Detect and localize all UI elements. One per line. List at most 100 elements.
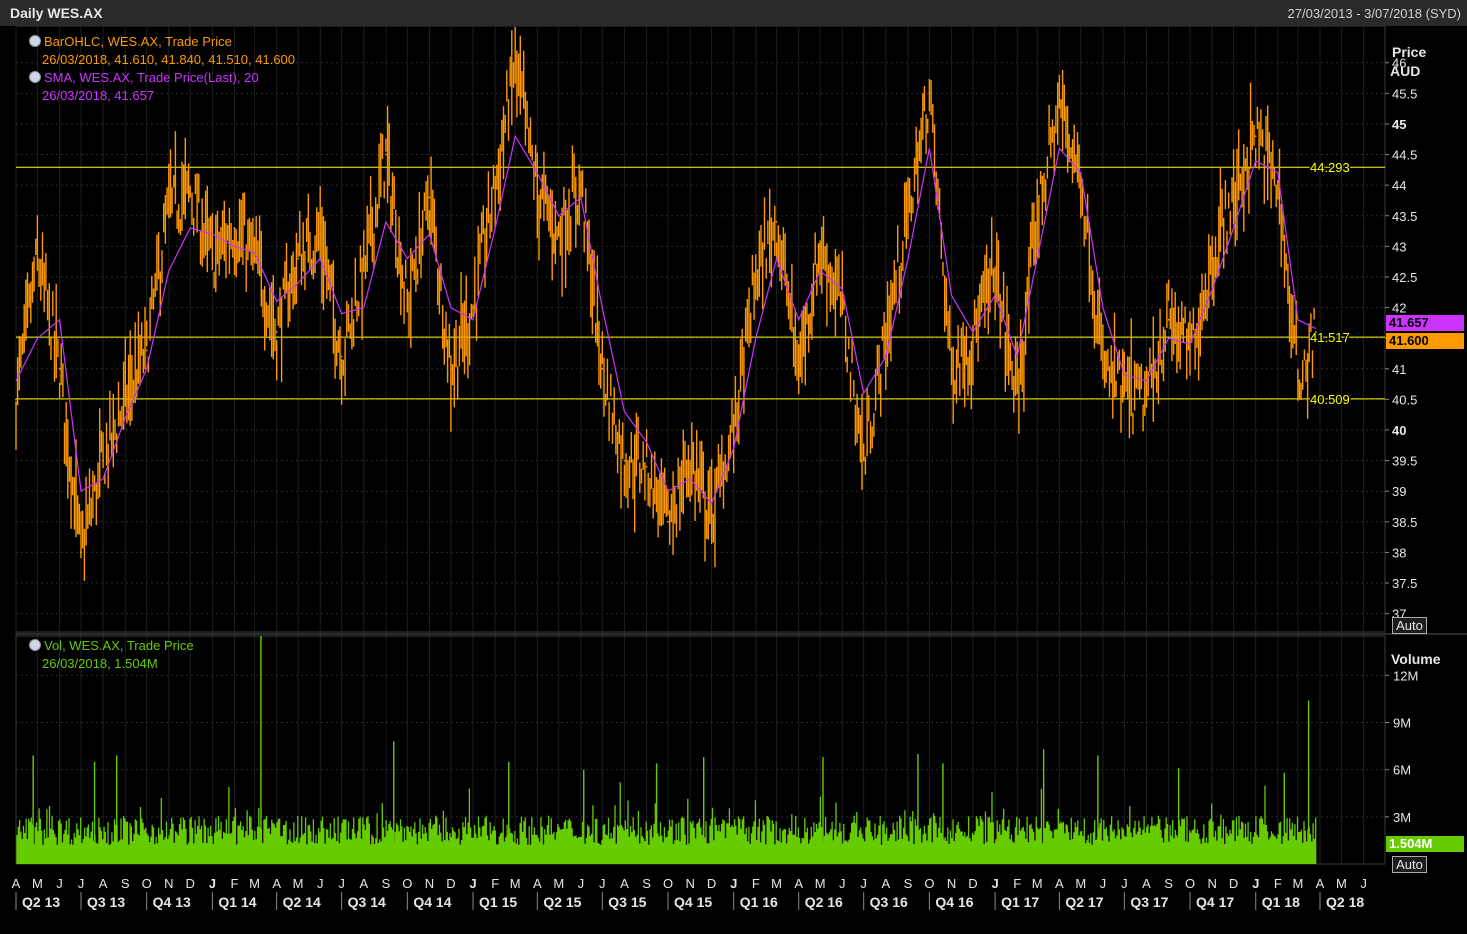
volume-legend[interactable]: Vol, WES.AX, Trade Price 26/03/2018, 1.5… bbox=[29, 637, 194, 673]
price-tick-label: 43 bbox=[1392, 239, 1406, 254]
quarter-label: Q1 18 bbox=[1262, 894, 1300, 910]
month-tick-label: J bbox=[338, 876, 345, 891]
price-point bbox=[667, 520, 669, 523]
volume-axis-title: Volume bbox=[1391, 651, 1441, 667]
chart-title: Daily WES.AX bbox=[10, 5, 103, 21]
legend-dot-icon[interactable] bbox=[29, 71, 41, 83]
price-tick-label: 38 bbox=[1392, 545, 1406, 560]
month-tick-label: O bbox=[1185, 876, 1195, 891]
vol-legend-line1: Vol, WES.AX, Trade Price bbox=[29, 637, 194, 655]
price-point bbox=[536, 190, 539, 193]
month-tick-label: M bbox=[815, 876, 826, 891]
price-point bbox=[275, 331, 278, 333]
month-tick-label: F bbox=[1013, 876, 1021, 891]
price-point bbox=[385, 153, 387, 156]
volume-tick-label: 9M bbox=[1393, 715, 1411, 730]
bar-legend-line1: BarOHLC, WES.AX, Trade Price bbox=[29, 33, 295, 51]
month-tick-label: O bbox=[142, 876, 152, 891]
month-tick-label: J bbox=[599, 876, 606, 891]
price-tick-label: 40 bbox=[1392, 423, 1406, 438]
chart-header: Daily WES.AX 27/03/2013 - 3/07/2018 (SYD… bbox=[0, 0, 1467, 27]
price-point bbox=[645, 465, 648, 468]
quarter-label: Q4 15 bbox=[674, 894, 712, 910]
price-point bbox=[319, 233, 322, 236]
price-point bbox=[1123, 392, 1126, 395]
price-tick-label: 44.5 bbox=[1392, 148, 1417, 163]
month-tick-label: O bbox=[663, 876, 673, 891]
sma-legend-line1: SMA, WES.AX, Trade Price(Last), 20 bbox=[29, 69, 295, 87]
month-tick-label: J bbox=[56, 876, 63, 891]
chart-area[interactable]: 44.29341.51740.509 3737.53838.53939.5404… bbox=[0, 26, 1467, 934]
month-tick-label: J bbox=[317, 876, 324, 891]
quarter-label: Q2 14 bbox=[283, 894, 321, 910]
price-tick-label: 42 bbox=[1392, 301, 1406, 316]
month-tick-label: S bbox=[904, 876, 913, 891]
price-point bbox=[189, 190, 192, 193]
price-point bbox=[884, 337, 887, 340]
price-point bbox=[514, 61, 517, 64]
quarter-label: Q2 16 bbox=[805, 894, 843, 910]
price-point bbox=[775, 220, 778, 223]
quarter-label: Q3 16 bbox=[870, 894, 908, 910]
volume-auto-scale-button[interactable]: Auto bbox=[1392, 856, 1427, 873]
price-axis-unit: AUD bbox=[1390, 63, 1420, 79]
quarter-label: Q3 15 bbox=[608, 894, 646, 910]
month-tick-label: N bbox=[425, 876, 434, 891]
price-point bbox=[907, 214, 909, 217]
legend-dot-icon[interactable] bbox=[29, 35, 41, 47]
month-tick-label: A bbox=[99, 876, 108, 891]
price-last-value-tag: 41.600 bbox=[1386, 333, 1464, 349]
price-point bbox=[1254, 135, 1257, 138]
price-auto-scale-button[interactable]: Auto bbox=[1392, 617, 1427, 634]
price-point bbox=[1145, 398, 1148, 401]
legend-dot-icon[interactable] bbox=[29, 639, 41, 651]
price-point bbox=[1296, 380, 1299, 382]
month-tick-label: F bbox=[231, 876, 239, 891]
price-point bbox=[102, 459, 105, 462]
price-point bbox=[1314, 331, 1317, 333]
month-tick-label: F bbox=[752, 876, 760, 891]
price-tick-label: 44 bbox=[1392, 178, 1406, 193]
sma-legend-line2: 26/03/2018, 41.657 bbox=[42, 88, 155, 103]
price-point bbox=[797, 367, 800, 370]
price-axis-title: Price bbox=[1392, 44, 1426, 60]
price-point bbox=[124, 398, 127, 401]
month-tick-label: J bbox=[469, 876, 476, 891]
bar-legend-line2: 26/03/2018, 41.610, 41.840, 41.510, 41.6… bbox=[42, 52, 296, 67]
quarter-label: Q2 17 bbox=[1065, 894, 1103, 910]
price-tick-label: 41 bbox=[1392, 362, 1406, 377]
month-tick-label: A bbox=[794, 876, 803, 891]
price-point bbox=[362, 269, 365, 272]
month-tick-label: D bbox=[446, 876, 455, 891]
price-point bbox=[1276, 184, 1279, 187]
month-tick-label: J bbox=[730, 876, 737, 891]
price-point bbox=[1189, 349, 1191, 352]
month-tick-label: A bbox=[881, 876, 890, 891]
quarter-label: Q3 14 bbox=[348, 894, 386, 910]
quarter-label: Q4 16 bbox=[935, 894, 973, 910]
month-tick-label: M bbox=[1032, 876, 1043, 891]
month-tick-label: S bbox=[642, 876, 651, 891]
month-tick-label: J bbox=[578, 876, 585, 891]
price-tick-label: 43.5 bbox=[1392, 209, 1417, 224]
month-tick-label: A bbox=[1142, 876, 1151, 891]
month-tick-label: A bbox=[272, 876, 281, 891]
month-tick-label: M bbox=[1292, 876, 1303, 891]
month-tick-label: J bbox=[839, 876, 846, 891]
price-point bbox=[211, 257, 214, 260]
month-tick-label: N bbox=[947, 876, 956, 891]
month-tick-label: N bbox=[685, 876, 694, 891]
month-tick-label: A bbox=[533, 876, 542, 891]
month-tick-label: J bbox=[860, 876, 867, 891]
month-tick-label: M bbox=[293, 876, 304, 891]
vol-legend-line2: 26/03/2018, 1.504M bbox=[42, 656, 158, 671]
month-tick-label: O bbox=[924, 876, 934, 891]
price-point bbox=[601, 367, 604, 370]
month-tick-label: J bbox=[78, 876, 85, 891]
price-legend[interactable]: BarOHLC, WES.AX, Trade Price 26/03/2018,… bbox=[29, 33, 295, 105]
price-point bbox=[819, 245, 822, 248]
price-tick-label: 37.5 bbox=[1392, 576, 1417, 591]
price-point bbox=[58, 367, 61, 370]
month-tick-label: S bbox=[1164, 876, 1173, 891]
month-tick-label: M bbox=[32, 876, 43, 891]
